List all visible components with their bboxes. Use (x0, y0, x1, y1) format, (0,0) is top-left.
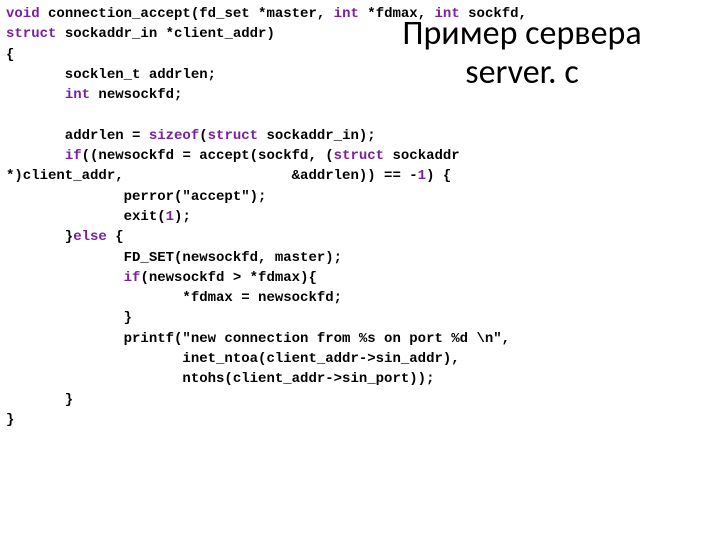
keyword-struct: struct (6, 26, 56, 42)
code-text (6, 270, 124, 286)
keyword-sizeof: sizeof (149, 128, 199, 144)
code-text: socklen_t addrlen; (6, 67, 216, 83)
code-text: { (107, 229, 124, 245)
keyword-if: if (124, 270, 141, 286)
code-text: } (6, 392, 73, 408)
slide: void connection_accept(fd_set *master, i… (0, 0, 720, 540)
code-text: sockaddr_in); (258, 128, 376, 144)
code-text (6, 87, 65, 103)
title-line-2: server. c (342, 53, 702, 92)
keyword-void: void (6, 6, 40, 22)
literal-1: 1 (166, 209, 174, 225)
code-text: addrlen = (6, 128, 149, 144)
keyword-else: else (73, 229, 107, 245)
keyword-if: if (65, 148, 82, 164)
code-text (6, 148, 65, 164)
code-text: ((newsockfd = accept(sockfd, ( (82, 148, 334, 164)
code-text: *fdmax = newsockfd; (6, 290, 342, 306)
code-text: *)client_addr, &addrlen)) == - (6, 168, 418, 184)
code-text: } (6, 229, 73, 245)
code-text: printf("new connection from %s on port %… (6, 331, 510, 347)
keyword-struct: struct (334, 148, 384, 164)
code-text: (newsockfd > *fdmax){ (140, 270, 316, 286)
code-text: ( (199, 128, 207, 144)
code-text: sockaddr_in *client_addr) (56, 26, 274, 42)
code-text: newsockfd; (90, 87, 182, 103)
code-text: exit( (6, 209, 166, 225)
code-text: FD_SET(newsockfd, master); (6, 250, 342, 266)
code-text: ) { (426, 168, 451, 184)
code-text: connection_accept(fd_set *master, (40, 6, 334, 22)
title-line-1: Пример сервера (342, 14, 702, 53)
code-text: ntohs(client_addr->sin_port)); (6, 371, 434, 387)
literal-1: 1 (418, 168, 426, 184)
keyword-int: int (65, 87, 90, 103)
code-text: perror("accept"); (6, 189, 266, 205)
code-text: inet_ntoa(client_addr->sin_addr), (6, 351, 460, 367)
code-text: ); (174, 209, 191, 225)
code-text: sockaddr (384, 148, 460, 164)
code-text: } (6, 412, 14, 428)
code-text: { (6, 47, 14, 63)
keyword-struct: struct (208, 128, 258, 144)
slide-title: Пример сервера server. c (342, 14, 702, 92)
code-text: } (6, 310, 132, 326)
